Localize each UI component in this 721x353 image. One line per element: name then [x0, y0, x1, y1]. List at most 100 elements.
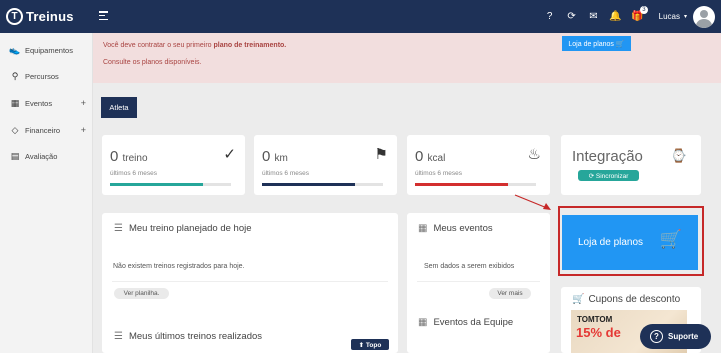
list-icon: ☰ [114, 223, 123, 234]
sidebar-item-eventos[interactable]: ▦ Eventos + [9, 96, 89, 110]
back-to-top-button[interactable]: ⬆ Topo [351, 339, 389, 350]
alert-bold-text: plano de treinamento. [213, 42, 287, 49]
stat-card-km: 0 km ⚑ últimos 6 meses [254, 135, 397, 195]
stat-card-kcal: 0 kcal ♨ últimos 6 meses [407, 135, 550, 195]
integration-title: Integração [572, 148, 643, 165]
promo-discount: 15% de [576, 325, 621, 340]
expand-plus-icon[interactable]: + [81, 125, 86, 135]
coupons-title-text: Cupons de desconto [588, 294, 681, 305]
divider [112, 281, 388, 282]
coupons-title: 🛒 Cupons de desconto [572, 294, 680, 305]
mail-icon[interactable]: ✉ [583, 11, 605, 22]
sidebar-item-label: Eventos [25, 98, 53, 108]
plan-alert: Você deve contratar o seu primeiro plano… [93, 33, 721, 83]
tag-icon: ◇ [11, 124, 19, 135]
panel-title-text: Eventos da Equipe [433, 317, 514, 328]
sidebar-item-label: Equipamentos [25, 45, 73, 55]
menu-toggle-icon[interactable] [99, 11, 108, 20]
top-icons: ? ⟳ ✉ 🔔 🎁 3 Lucas ▾ [539, 0, 721, 33]
avatar[interactable] [693, 5, 715, 28]
question-icon: ? [650, 330, 663, 343]
cart-icon: 🛒 [572, 294, 585, 305]
today-training-panel: ☰ Meu treino planejado de hoje Não exist… [102, 213, 398, 339]
sidebar-item-equipamentos[interactable]: 👟 Equipamentos [9, 43, 89, 57]
alert-line-1: Você deve contratar o seu primeiro plano… [103, 42, 286, 49]
shop-plans-button[interactable]: Loja de planos 🛒 [562, 36, 631, 51]
stat-unit: kcal [427, 153, 446, 164]
view-more-button[interactable]: Ver mais [489, 288, 531, 299]
alert-line-2: Consulte os planos disponíveis. [103, 59, 202, 66]
sidebar-item-label: Financeiro [25, 125, 61, 135]
stat-value: 0 kcal [415, 148, 445, 165]
calendar-icon: ▦ [418, 317, 428, 328]
flame-icon: ♨ [527, 146, 541, 163]
sync-icon[interactable]: ⟳ [561, 11, 583, 22]
progress-bar [110, 183, 231, 186]
panel-title-text: Meu treino planejado de hoje [128, 223, 252, 234]
support-button[interactable]: ? Suporte [640, 324, 711, 349]
check-circle-icon: ✓ [223, 146, 236, 163]
sidebar-item-label: Percursos [25, 71, 59, 81]
main-content: Você deve contratar o seu primeiro plano… [93, 33, 721, 353]
progress-bar [262, 183, 383, 186]
panel-title: ▦ Eventos da Equipe [418, 317, 513, 328]
sidebar: 👟 Equipamentos ⚲ Percursos ▦ Eventos + ◇… [0, 33, 93, 353]
empty-message: Sem dados a serem exibidos [424, 263, 515, 270]
shoe-icon: 👟 [9, 44, 21, 55]
brand-logo[interactable]: T Treinus [0, 0, 93, 33]
stat-value: 0 treino [110, 148, 148, 165]
gift-icon-wrapper[interactable]: 🎁 3 [627, 6, 649, 22]
panel-title: ▦ Meus eventos [418, 223, 493, 234]
notification-badge: 3 [640, 6, 648, 14]
sidebar-item-label: Avaliação [25, 151, 58, 161]
calendar-icon: ▦ [10, 97, 20, 108]
list-icon: ☰ [114, 331, 123, 342]
brand-name: Treinus [26, 9, 74, 24]
assessment-icon: ▤ [10, 150, 20, 161]
route-icon: ⚲ [11, 70, 19, 81]
chevron-down-icon[interactable]: ▾ [684, 13, 687, 20]
user-name[interactable]: Lucas [659, 12, 680, 21]
calendar-icon: ▦ [418, 223, 428, 234]
support-label: Suporte [668, 332, 699, 341]
panel-title: ☰ Meus últimos treinos realizados [114, 331, 262, 342]
stat-subtitle: últimos 6 meses [262, 170, 309, 177]
sidebar-item-percursos[interactable]: ⚲ Percursos [9, 69, 89, 83]
progress-fill [415, 183, 509, 186]
top-bar: T Treinus ? ⟳ ✉ 🔔 🎁 3 Lucas ▾ [0, 0, 721, 33]
panel-title: ☰ Meu treino planejado de hoje [114, 223, 252, 234]
highlight-box [558, 206, 704, 276]
stat-subtitle: últimos 6 meses [110, 170, 157, 177]
help-icon[interactable]: ? [539, 11, 561, 22]
stat-unit: km [274, 153, 288, 164]
arrow-annotation [514, 194, 551, 210]
panel-title-text: Meus últimos treinos realizados [128, 331, 263, 342]
sidebar-item-financeiro[interactable]: ◇ Financeiro + [9, 123, 89, 137]
tab-atleta[interactable]: Atleta [101, 97, 137, 118]
treinus-logo-icon: T [6, 8, 23, 25]
progress-bar [415, 183, 536, 186]
sidebar-item-avaliacao[interactable]: ▤ Avaliação [9, 149, 89, 163]
events-panel: ▦ Meus eventos Sem dados a serem exibido… [407, 213, 550, 353]
sync-button[interactable]: ⟳ Sincronizar [578, 170, 639, 181]
stat-value: 0 km [262, 148, 288, 165]
watch-icon: ⌚ [670, 148, 687, 163]
integration-card: Integração ⌚ ⟳ Sincronizar [561, 135, 701, 195]
stat-card-treino: 0 treino ✓ últimos 6 meses [102, 135, 245, 195]
stat-number: 0 [110, 148, 119, 165]
stat-subtitle: últimos 6 meses [415, 170, 462, 177]
divider [417, 281, 540, 282]
panel-title-text: Meus eventos [433, 223, 493, 234]
progress-fill [262, 183, 356, 186]
view-plan-button[interactable]: Ver planilha. [114, 288, 169, 299]
stat-number: 0 [262, 148, 271, 165]
signpost-icon: ⚑ [374, 146, 388, 163]
promo-brand: TOMTOM [577, 315, 613, 324]
progress-fill [110, 183, 204, 186]
expand-plus-icon[interactable]: + [81, 98, 86, 108]
alert-text: Você deve contratar o seu primeiro [103, 42, 214, 49]
empty-message: Não existem treinos registrados para hoj… [113, 263, 245, 270]
stat-number: 0 [415, 148, 424, 165]
stat-unit: treino [122, 153, 148, 164]
bell-icon[interactable]: 🔔 [605, 11, 627, 22]
